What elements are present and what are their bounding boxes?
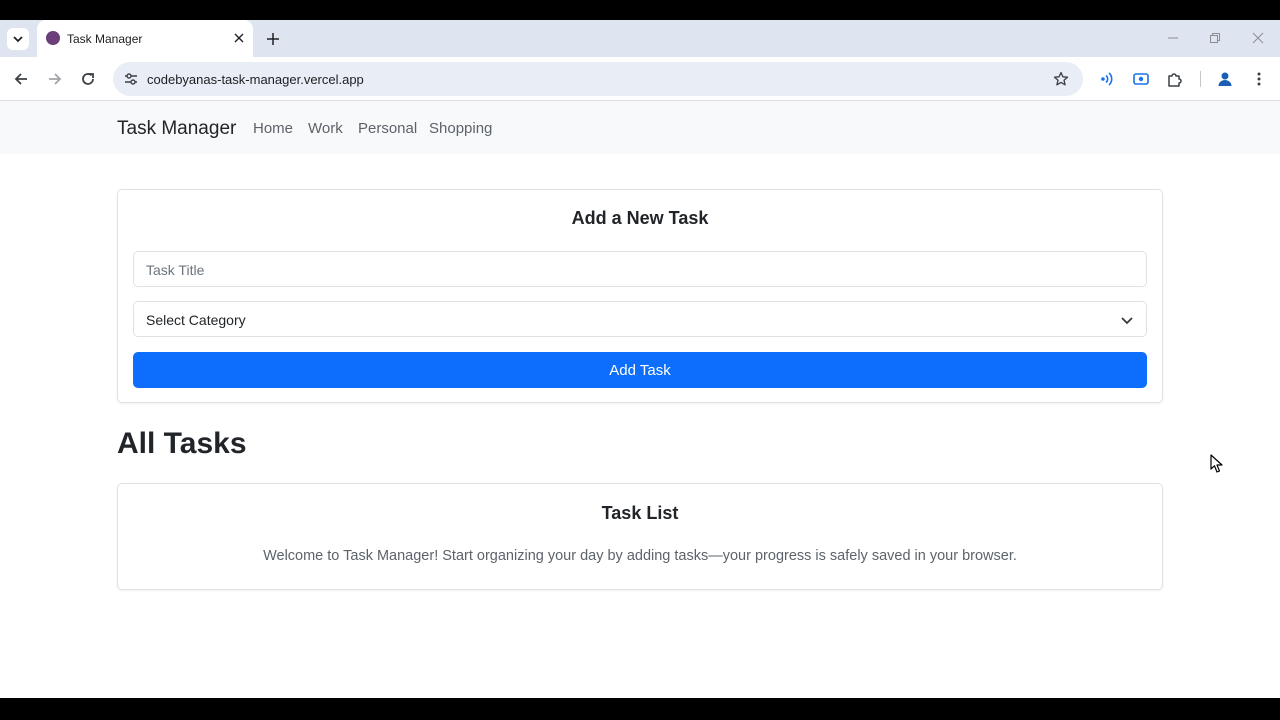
tab-close-button[interactable] (231, 30, 247, 46)
minimize-icon (1168, 37, 1178, 39)
restore-button[interactable] (1207, 30, 1223, 46)
task-list-title: Task List (601, 503, 679, 523)
navbar: Task Manager Home Work Personal Shopping (0, 101, 1280, 154)
add-task-title: Add a New Task (571, 208, 709, 228)
person-icon (1218, 72, 1232, 86)
nav-link-personal[interactable]: Personal (358, 120, 417, 137)
screen: Task Manager codebyanas-task-manager.ver… (0, 0, 1280, 720)
extension-button-2[interactable] (1131, 69, 1151, 89)
task-list-card: Task List Welcome to Task Manager! Start… (117, 483, 1163, 590)
tab-search-button[interactable] (7, 28, 29, 50)
more-vertical-icon (1257, 72, 1261, 86)
toolbar-divider (1200, 71, 1201, 87)
forward-button[interactable] (45, 69, 65, 89)
task-title-placeholder: Task Title (146, 262, 205, 278)
restore-icon (1210, 33, 1220, 43)
arrow-left-icon (14, 73, 27, 85)
page-content: Task Manager Home Work Personal Shopping… (0, 101, 1280, 698)
broadcast-icon (1101, 72, 1113, 86)
chevron-down-icon (13, 36, 23, 43)
category-select-value: Select Category (146, 312, 246, 328)
category-select[interactable]: Select Category (133, 301, 1147, 337)
puzzle-icon (1168, 73, 1182, 87)
address-bar[interactable]: codebyanas-task-manager.vercel.app (113, 62, 1083, 96)
url-text: codebyanas-task-manager.vercel.app (147, 72, 364, 87)
close-icon (234, 33, 244, 43)
tab-favicon-icon (46, 31, 60, 45)
tab-strip: Task Manager (0, 20, 1280, 57)
tab-title: Task Manager (67, 32, 143, 46)
add-task-button[interactable]: Add Task (133, 352, 1147, 388)
site-info-button[interactable] (121, 69, 141, 89)
extensions-button[interactable] (1165, 69, 1185, 89)
tune-icon (125, 73, 137, 85)
close-icon (1252, 32, 1264, 44)
profile-button[interactable] (1215, 69, 1235, 89)
chevron-down-icon (1121, 317, 1133, 325)
nav-link-shopping[interactable]: Shopping (429, 120, 492, 137)
mouse-cursor-icon (1210, 454, 1223, 473)
new-tab-button[interactable] (263, 29, 283, 49)
browser-toolbar: codebyanas-task-manager.vercel.app (0, 57, 1280, 101)
reload-icon (82, 73, 94, 85)
navbar-brand[interactable]: Task Manager (117, 118, 236, 140)
minimize-button[interactable] (1165, 30, 1181, 46)
back-button[interactable] (11, 69, 31, 89)
browser-tab[interactable]: Task Manager (37, 20, 253, 57)
add-task-card: Add a New Task Task Title Select Categor… (117, 189, 1163, 403)
browser-window: Task Manager codebyanas-task-manager.ver… (0, 20, 1280, 698)
nav-link-work[interactable]: Work (308, 120, 343, 137)
reload-button[interactable] (78, 69, 98, 89)
arrow-right-icon (49, 73, 62, 85)
all-tasks-heading: All Tasks (117, 427, 247, 460)
nav-link-home[interactable]: Home (253, 120, 293, 137)
browser-menu-button[interactable] (1249, 69, 1269, 89)
star-icon (1053, 71, 1069, 86)
plus-icon (267, 33, 279, 45)
media-icon (1133, 73, 1149, 85)
task-title-input[interactable]: Task Title (133, 251, 1147, 287)
close-window-button[interactable] (1250, 30, 1266, 46)
empty-state-message: Welcome to Task Manager! Start organizin… (263, 548, 1017, 564)
bookmark-button[interactable] (1051, 69, 1071, 89)
extension-button-1[interactable] (1097, 69, 1117, 89)
